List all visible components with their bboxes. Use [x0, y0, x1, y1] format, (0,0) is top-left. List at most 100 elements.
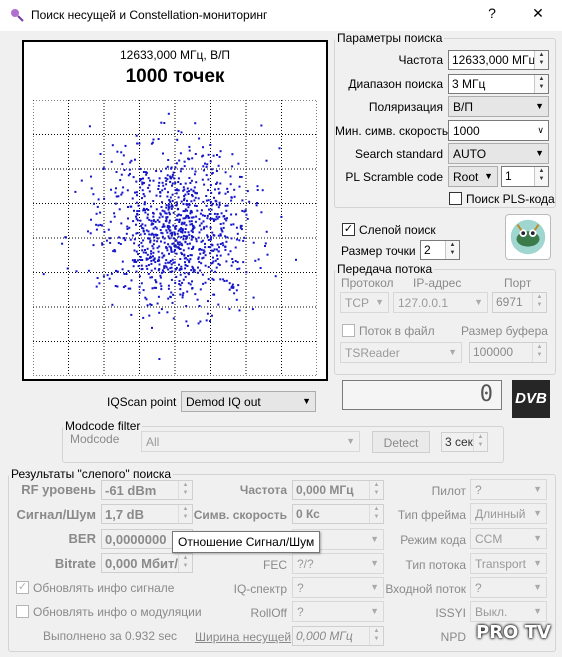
- modcode-select[interactable]: All ▼: [141, 431, 360, 452]
- coding-mode-select[interactable]: CCM ▼: [470, 528, 547, 549]
- constellation-point: [133, 209, 135, 212]
- blind-search-checkbox[interactable]: ✓: [342, 223, 355, 236]
- blind-search-label: Слепой поиск: [359, 223, 436, 237]
- constellation-point: [184, 217, 187, 220]
- constellation-point: [244, 209, 247, 212]
- input-stream-select[interactable]: ? ▼: [470, 577, 547, 598]
- constellation-point: [148, 233, 151, 236]
- constellation-point: [230, 199, 233, 202]
- constellation-point: [223, 280, 226, 282]
- update-signal-checkbox[interactable]: ✓: [16, 581, 29, 594]
- min-sr-select[interactable]: 1000 ∨: [448, 120, 549, 141]
- range-spinner-icon[interactable]: ▲ ▼: [534, 75, 548, 93]
- update-modulation-checkbox[interactable]: [16, 605, 29, 618]
- constellation-point: [114, 285, 117, 287]
- buffer-size-input[interactable]: 100000 ▲ ▼: [469, 342, 547, 363]
- constellation-point: [228, 288, 231, 291]
- constellation-point: [226, 204, 229, 207]
- constellation-point: [176, 138, 179, 141]
- time-spinner-icon[interactable]: ▲ ▼: [473, 433, 487, 451]
- detect-button[interactable]: Detect: [372, 431, 430, 453]
- constellation-point: [222, 226, 225, 229]
- pilot-select[interactable]: ? ▼: [470, 479, 547, 500]
- stream-type-select[interactable]: Transport ▼: [470, 553, 547, 574]
- constellation-point: [194, 153, 197, 155]
- bandwidth-link[interactable]: Ширина несущей: [195, 630, 291, 644]
- constellation-point: [140, 264, 143, 267]
- constellation-point: [168, 219, 171, 222]
- constellation-point: [183, 222, 186, 225]
- constellation-point: [221, 242, 224, 245]
- rf-spinner-icon: ▲ ▼: [178, 481, 192, 499]
- close-button[interactable]: ✕: [523, 5, 553, 22]
- range-input[interactable]: 3 МГц ▲ ▼: [448, 74, 549, 94]
- help-button[interactable]: ?: [477, 5, 507, 21]
- constellation-point: [161, 209, 164, 212]
- constellation-point: [146, 217, 149, 220]
- polarization-select[interactable]: В/П ▼: [448, 96, 549, 117]
- pls-code-input[interactable]: 1 ▲ ▼: [501, 166, 549, 187]
- point-size-input[interactable]: 2 ▲ ▼: [420, 240, 460, 260]
- constellation-point: [146, 247, 149, 250]
- iqscan-select[interactable]: Demod IQ out ▼: [181, 391, 316, 412]
- constellation-point: [229, 183, 232, 186]
- freq-input[interactable]: 12633,000 МГц ▲ ▼: [448, 50, 549, 70]
- ip-select[interactable]: 127.0.0.1 ▼: [393, 292, 488, 313]
- fec-select[interactable]: ?/? ▼: [292, 553, 384, 574]
- iqscan-label: IQScan point: [107, 395, 177, 409]
- modcode-time-input[interactable]: 3 сек ▲ ▼: [441, 432, 488, 452]
- constellation-point: [183, 199, 185, 202]
- constellation-point: [181, 229, 184, 232]
- chevron-down-icon: ▼: [533, 606, 542, 616]
- constellation-point: [218, 215, 221, 218]
- stream-to-file-checkbox[interactable]: [342, 324, 355, 337]
- constellation-point: [171, 175, 174, 178]
- constellation-point: [105, 239, 108, 242]
- constellation-point: [184, 231, 187, 234]
- constellation-point: [152, 227, 155, 230]
- constellation-point: [145, 171, 148, 174]
- port-input[interactable]: 6971 ▲ ▼: [492, 292, 547, 313]
- constellation-point: [219, 243, 222, 245]
- ber-label: BER: [68, 531, 96, 546]
- stream-format-select[interactable]: TSReader ▼: [340, 342, 462, 363]
- result-freq-label: Частота: [239, 483, 287, 497]
- constellation-point: [217, 187, 220, 190]
- constellation-point: [212, 260, 215, 263]
- pls-type-select[interactable]: Root ▼: [448, 166, 498, 187]
- chevron-down-icon: ▼: [370, 534, 379, 544]
- constellation-point: [199, 288, 202, 291]
- frame-type-select[interactable]: Длинный ▼: [470, 503, 547, 524]
- point-size-spinner-icon[interactable]: ▲ ▼: [445, 241, 459, 259]
- rf-level-value: -61 dBm ▲ ▼: [101, 480, 193, 500]
- constellation-point: [229, 250, 232, 253]
- chevron-down-icon: ▼: [533, 582, 542, 592]
- buffer-spinner-icon[interactable]: ▲ ▼: [532, 343, 546, 362]
- constellation-point: [162, 270, 165, 273]
- constellation-point: [170, 266, 173, 269]
- frame-type-label: Тип фрейма: [397, 508, 466, 522]
- constellation-point: [153, 236, 156, 239]
- constellation-point: [198, 137, 201, 140]
- rolloff-select[interactable]: ? ▼: [292, 601, 384, 622]
- title-bar: Поиск несущей и Constellation-мониторинг…: [0, 0, 562, 31]
- constellation-point: [230, 213, 233, 216]
- constellation-point: [154, 233, 157, 236]
- pls-spinner-icon[interactable]: ▲ ▼: [534, 167, 548, 186]
- constellation-point: [142, 316, 145, 319]
- constellation-point: [115, 187, 117, 190]
- issyi-select[interactable]: Выкл. ▼: [470, 601, 547, 622]
- constellation-point: [149, 179, 151, 182]
- constellation-point: [102, 168, 105, 171]
- freq-spinner-icon[interactable]: ▲ ▼: [534, 51, 548, 69]
- constellation-point: [214, 259, 217, 262]
- satellite-dish-icon[interactable]: [505, 214, 551, 260]
- search-standard-label: Search standard: [354, 147, 443, 161]
- constellation-point: [184, 182, 187, 185]
- constellation-point: [209, 213, 212, 215]
- search-standard-select[interactable]: AUTO ▼: [448, 143, 549, 164]
- pls-search-checkbox[interactable]: [449, 192, 462, 205]
- protocol-select[interactable]: TCP ▼: [340, 292, 389, 313]
- constellation-point: [147, 177, 150, 180]
- port-spinner-icon[interactable]: ▲ ▼: [532, 293, 546, 312]
